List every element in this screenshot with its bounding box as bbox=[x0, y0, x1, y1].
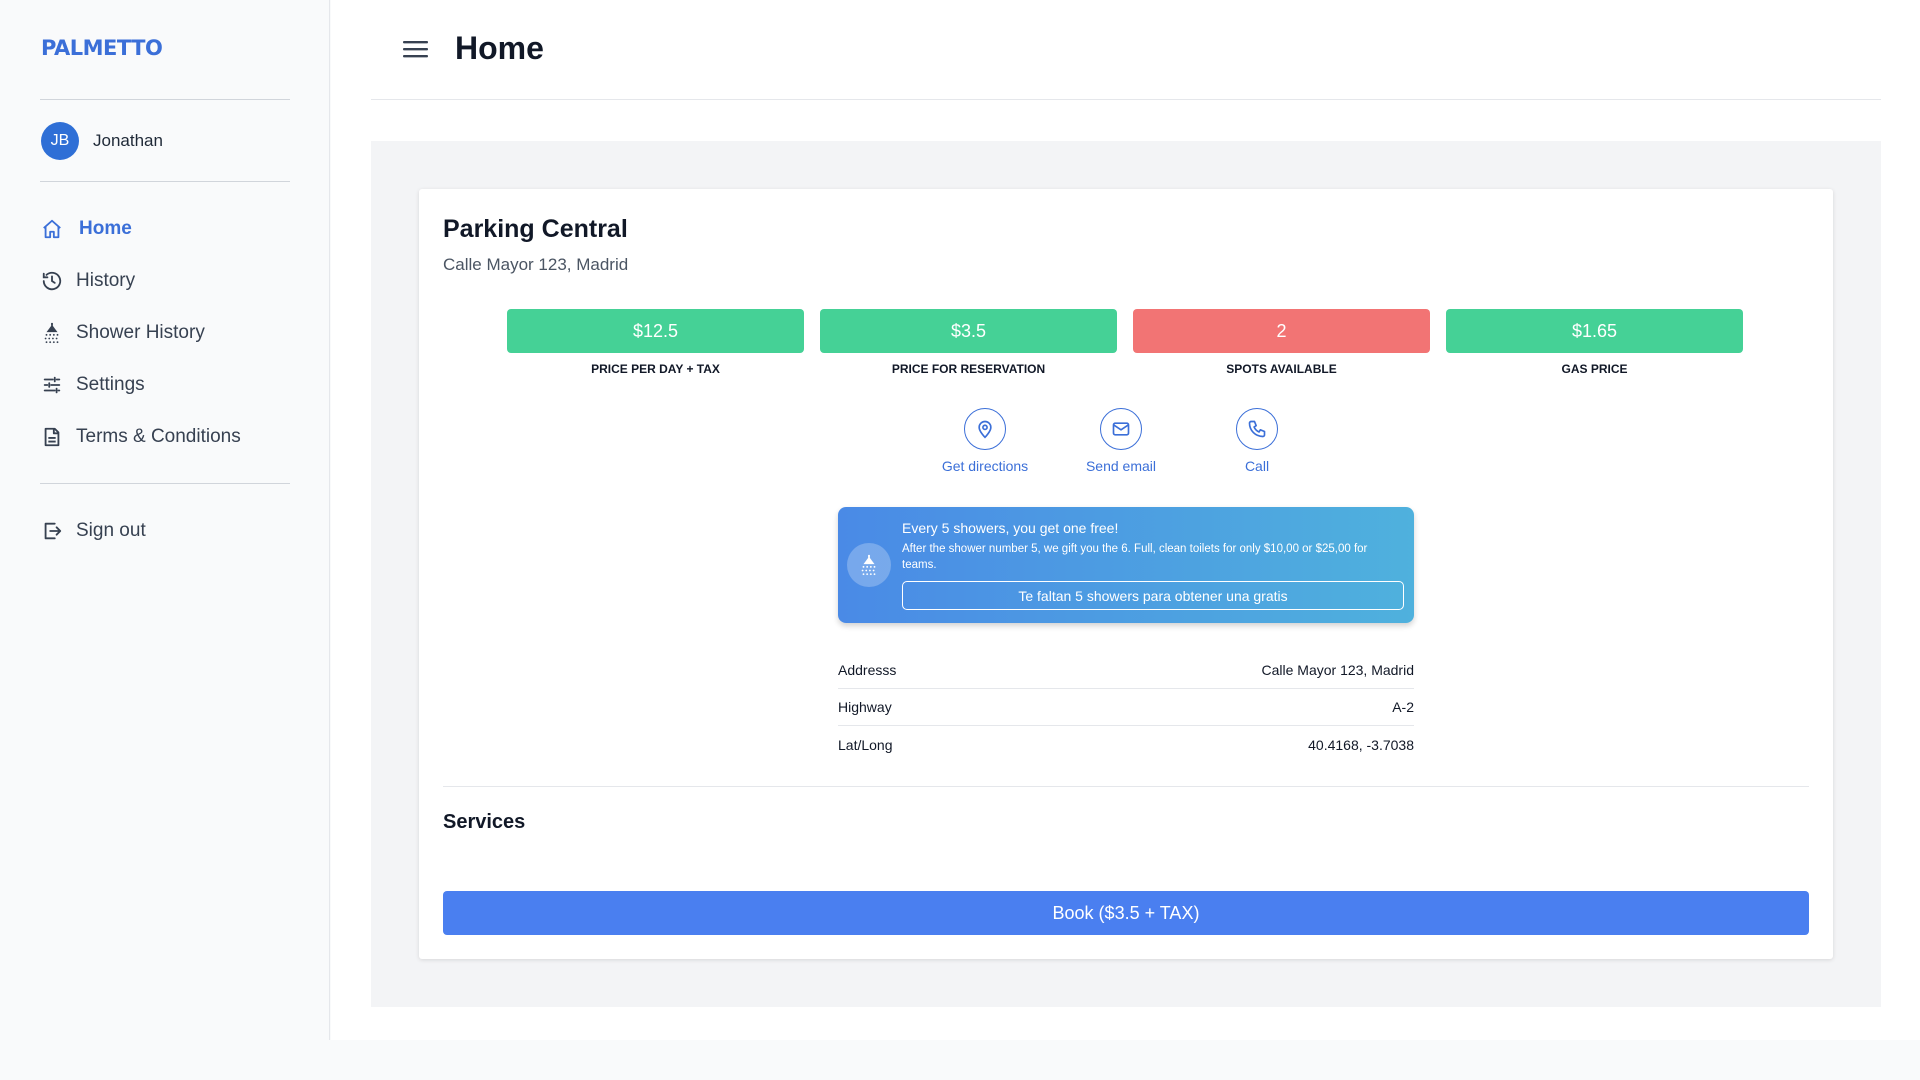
info-table: Addresss Calle Mayor 123, Madrid Highway… bbox=[838, 652, 1414, 763]
map-pin-icon bbox=[964, 408, 1006, 450]
action-label: Send email bbox=[1085, 458, 1157, 474]
action-label: Get directions bbox=[941, 458, 1029, 474]
hamburger-icon bbox=[403, 41, 428, 58]
send-email-button[interactable]: Send email bbox=[1061, 408, 1181, 474]
parking-card: Parking Central Calle Mayor 123, Madrid … bbox=[419, 189, 1833, 959]
place-title: Parking Central bbox=[443, 215, 628, 243]
content-area: Parking Central Calle Mayor 123, Madrid … bbox=[371, 141, 1881, 1007]
sidebar-divider bbox=[40, 181, 290, 182]
stat-label: PRICE FOR RESERVATION bbox=[891, 362, 1046, 376]
stat-price-per-day: $12.5 PRICE PER DAY + TAX bbox=[507, 309, 804, 376]
promo-banner: Every 5 showers, you get one free! After… bbox=[838, 507, 1414, 623]
shower-icon bbox=[847, 543, 891, 587]
shower-icon bbox=[41, 322, 63, 344]
place-address: Calle Mayor 123, Madrid bbox=[443, 255, 629, 274]
stat-spots-available: 2 SPOTS AVAILABLE bbox=[1133, 309, 1430, 376]
home-icon bbox=[41, 218, 63, 240]
call-button[interactable]: Call bbox=[1197, 408, 1317, 474]
sidebar-item-label: History bbox=[76, 270, 136, 291]
page-title: Home bbox=[455, 30, 544, 66]
avatar: JB bbox=[41, 122, 79, 160]
table-row: Lat/Long 40.4168, -3.7038 bbox=[838, 726, 1414, 763]
document-icon bbox=[41, 426, 63, 448]
get-directions-button[interactable]: Get directions bbox=[925, 408, 1045, 474]
user-profile[interactable]: JB Jonathan bbox=[41, 122, 163, 160]
sidebar-item-label: Settings bbox=[76, 374, 145, 395]
sidebar-item-label: Terms & Conditions bbox=[76, 426, 241, 447]
table-row: Addresss Calle Mayor 123, Madrid bbox=[838, 652, 1414, 689]
promo-description: After the shower number 5, we gift you t… bbox=[902, 543, 1368, 571]
info-value: Calle Mayor 123, Madrid bbox=[1261, 662, 1414, 678]
sidebar-item-label: Shower History bbox=[76, 322, 205, 343]
sidebar-item-settings[interactable]: Settings bbox=[41, 370, 145, 400]
info-value: A-2 bbox=[1392, 699, 1414, 715]
page-header: Home bbox=[371, 0, 1881, 100]
stat-price-reservation: $3.5 PRICE FOR RESERVATION bbox=[820, 309, 1117, 376]
promo-progress-button[interactable]: Te faltan 5 showers para obtener una gra… bbox=[902, 581, 1404, 610]
table-row: Highway A-2 bbox=[838, 689, 1414, 726]
info-value: 40.4168, -3.7038 bbox=[1308, 736, 1414, 753]
sidebar-item-history[interactable]: History bbox=[41, 266, 135, 296]
sign-out-label: Sign out bbox=[76, 520, 146, 541]
info-key: Addresss bbox=[838, 662, 897, 678]
history-icon bbox=[41, 270, 63, 292]
main-content: Home Parking Central Calle Mayor 123, Ma… bbox=[331, 0, 1920, 1040]
book-button[interactable]: Book ($3.5 + TAX) bbox=[443, 891, 1809, 935]
stat-value: $3.5 bbox=[820, 309, 1117, 353]
sidebar-item-shower-history[interactable]: Shower History bbox=[41, 318, 205, 348]
user-name: Jonathan bbox=[93, 131, 163, 150]
info-key: Lat/Long bbox=[838, 736, 893, 753]
sign-out-button[interactable]: Sign out bbox=[41, 516, 146, 546]
sidebar-item-home[interactable]: Home bbox=[41, 214, 132, 244]
stat-value: $12.5 bbox=[507, 309, 804, 353]
stat-label: PRICE PER DAY + TAX bbox=[591, 362, 720, 376]
stat-value: $1.65 bbox=[1446, 309, 1743, 353]
sidebar-divider bbox=[40, 483, 290, 484]
sidebar-item-terms[interactable]: Terms & Conditions bbox=[41, 422, 241, 452]
info-key: Highway bbox=[838, 699, 892, 715]
sliders-icon bbox=[41, 374, 63, 396]
menu-button[interactable] bbox=[403, 37, 429, 61]
stat-gas-price: $1.65 GAS PRICE bbox=[1446, 309, 1743, 376]
action-label: Call bbox=[1244, 458, 1270, 474]
sidebar-item-label: Home bbox=[79, 218, 132, 239]
promo-title: Every 5 showers, you get one free! bbox=[902, 520, 1119, 536]
sign-out-icon bbox=[41, 520, 63, 542]
sidebar-divider bbox=[40, 99, 290, 100]
services-title: Services bbox=[443, 811, 526, 833]
stat-label: SPOTS AVAILABLE bbox=[1226, 362, 1337, 376]
mail-icon bbox=[1100, 408, 1142, 450]
stat-label: GAS PRICE bbox=[1561, 362, 1628, 376]
stat-value: 2 bbox=[1133, 309, 1430, 353]
app-logo[interactable]: PALMETTO bbox=[41, 36, 163, 60]
phone-icon bbox=[1236, 408, 1278, 450]
section-divider bbox=[443, 786, 1809, 787]
sidebar: PALMETTO JB Jonathan Home History Shower… bbox=[0, 0, 330, 1040]
